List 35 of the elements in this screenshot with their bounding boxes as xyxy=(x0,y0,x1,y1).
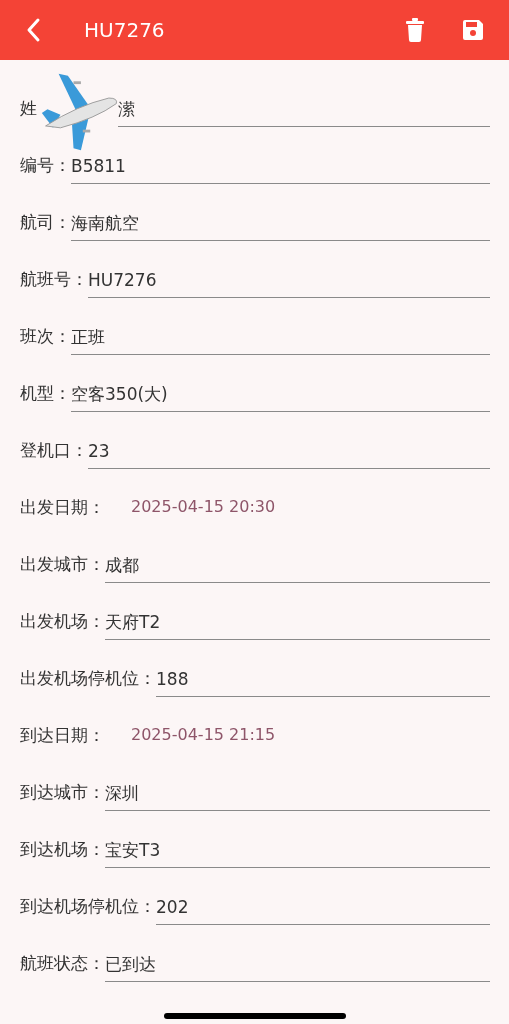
delete-icon[interactable] xyxy=(405,18,425,42)
input-field[interactable]: 188 xyxy=(156,650,490,697)
field-label: 登机口： xyxy=(20,440,88,460)
field-label: 到达机场停机位： xyxy=(20,896,156,916)
field-label: 出发日期： xyxy=(20,497,105,517)
page-title: HU7276 xyxy=(84,17,166,44)
field-label: 航班号： xyxy=(20,269,88,289)
input-field[interactable]: 202 xyxy=(156,878,490,925)
input-field[interactable]: 23 xyxy=(88,422,490,469)
input-field[interactable]: 成都 xyxy=(105,536,490,583)
input-field[interactable]: 天府T2 xyxy=(105,593,490,640)
input-field[interactable]: 深圳 xyxy=(105,764,490,811)
field-label: 出发机场停机位： xyxy=(20,668,156,688)
field-label: 航司： xyxy=(20,212,71,232)
field-label: 班次： xyxy=(20,326,71,346)
save-icon[interactable] xyxy=(461,18,485,42)
input-field[interactable]: 宝安T3 xyxy=(105,821,490,868)
field-label: 到达机场： xyxy=(20,839,105,859)
input-field[interactable]: HU7276 xyxy=(88,251,490,298)
input-field[interactable]: 潆 xyxy=(118,80,490,127)
input-field[interactable]: 空客350(大) xyxy=(71,365,490,412)
airplane-icon xyxy=(40,72,120,152)
input-field[interactable]: 正班 xyxy=(71,308,490,355)
field-label: 姓 xyxy=(20,98,38,118)
input-field[interactable]: 海南航空 xyxy=(71,194,490,241)
field-label: 到达日期： xyxy=(20,725,105,745)
field-label: 机型： xyxy=(20,383,71,403)
field-label: 编号： xyxy=(20,155,71,175)
date-value[interactable]: 2025-04-15 20:30 xyxy=(131,497,276,517)
field-label: 出发机场： xyxy=(20,611,105,631)
field-label: 航班状态： xyxy=(20,953,105,973)
input-field[interactable]: 已到达 xyxy=(105,935,490,982)
date-value[interactable]: 2025-04-15 21:15 xyxy=(131,725,276,745)
field-label: 到达城市： xyxy=(20,782,105,802)
field-label: 出发城市： xyxy=(20,554,105,574)
